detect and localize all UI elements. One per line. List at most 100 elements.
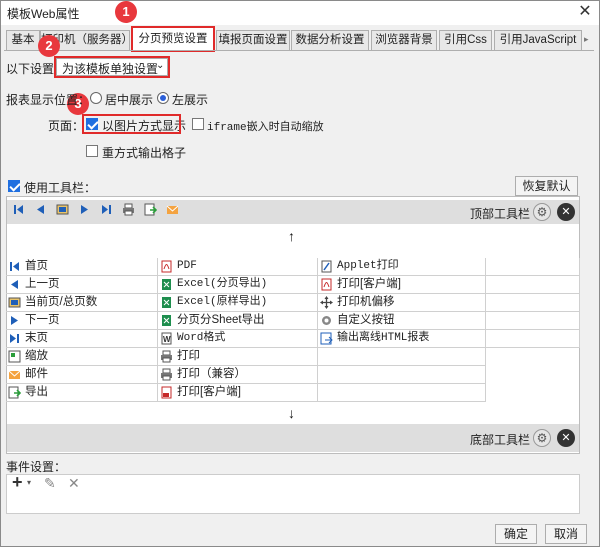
bottom-toolbar-label: 底部工具栏 bbox=[470, 433, 531, 447]
grid-item-pdf[interactable]: PDF bbox=[158, 258, 318, 276]
tab-javascript[interactable]: 引用JavaScript bbox=[494, 30, 582, 50]
grid-item-last-page[interactable]: 末页 bbox=[6, 330, 158, 348]
grid-item-empty bbox=[486, 258, 580, 276]
move-down-arrow-icon[interactable]: ↓ bbox=[288, 405, 295, 421]
window-title: 模板Web属性 bbox=[7, 7, 80, 21]
mail-icon[interactable] bbox=[166, 203, 179, 216]
gear-icon bbox=[322, 316, 331, 325]
repeat-checkbox[interactable] bbox=[86, 145, 98, 157]
move-up-arrow-icon[interactable]: ↑ bbox=[288, 228, 295, 244]
radio-center[interactable] bbox=[90, 92, 102, 104]
first-page-icon[interactable] bbox=[12, 203, 25, 216]
edit-icon[interactable]: ✎ bbox=[44, 475, 56, 492]
grid-item-label: 缩放 bbox=[25, 350, 48, 362]
grid-item-applet-print[interactable]: Applet打印 bbox=[318, 258, 486, 276]
grid-item-print-compat[interactable]: 打印（兼容） bbox=[158, 366, 318, 384]
grid-item-label: 下一页 bbox=[25, 314, 60, 326]
use-toolbar-checkbox[interactable] bbox=[8, 180, 20, 192]
title-bar bbox=[1, 1, 599, 25]
zoom-icon bbox=[8, 350, 21, 363]
page-count-icon[interactable] bbox=[56, 203, 69, 216]
export-icon bbox=[8, 386, 21, 399]
grid-item-label: 当前页/总页数 bbox=[25, 296, 98, 308]
close-circle-icon[interactable]: ✕ bbox=[557, 429, 575, 447]
grid-item-empty bbox=[486, 294, 580, 312]
chevron-down-icon[interactable]: ▾ bbox=[27, 478, 31, 487]
highlight-box-tab bbox=[131, 26, 215, 52]
close-circle-icon[interactable]: ✕ bbox=[557, 203, 575, 221]
grid-item-client-print[interactable]: 打印[客户端] bbox=[318, 276, 486, 294]
last-page-icon[interactable] bbox=[100, 203, 113, 216]
add-icon[interactable]: + bbox=[12, 472, 23, 493]
ok-button[interactable]: 确定 bbox=[495, 524, 537, 544]
html-export-icon bbox=[320, 332, 333, 345]
grid-item-label: PDF bbox=[177, 260, 197, 272]
grid-item-page-count[interactable]: 当前页/总页数 bbox=[6, 294, 158, 312]
pdf-icon bbox=[161, 260, 172, 273]
grid-item-label: 打印（兼容） bbox=[177, 368, 246, 380]
grid-item-zoom[interactable]: 缩放 bbox=[6, 348, 158, 366]
tab-scroll-icon[interactable]: ▸ bbox=[584, 34, 589, 45]
gear-icon[interactable]: ⚙ bbox=[533, 203, 551, 221]
svg-text:W: W bbox=[163, 335, 171, 344]
next-page-icon[interactable] bbox=[78, 203, 91, 216]
print-icon bbox=[161, 368, 172, 381]
tab-data-analysis[interactable]: 数据分析设置 bbox=[291, 30, 369, 50]
tab-divider bbox=[4, 50, 594, 51]
grid-item-label: Excel(分页导出) bbox=[177, 278, 268, 290]
use-toolbar-label: 使用工具栏： bbox=[24, 181, 97, 195]
grid-item-offline-html[interactable]: 输出离线HTML报表 bbox=[318, 330, 486, 348]
print-icon bbox=[161, 350, 172, 363]
iframe-checkbox[interactable] bbox=[192, 118, 204, 130]
tab-css[interactable]: 引用Css bbox=[439, 30, 492, 50]
print-icon[interactable] bbox=[122, 203, 135, 216]
repeat-label: 重方式输出格子 bbox=[102, 146, 187, 160]
grid-item-export[interactable]: 导出 bbox=[6, 384, 158, 402]
excel-icon bbox=[162, 315, 171, 326]
page-count-icon bbox=[8, 297, 21, 308]
grid-item-label: 末页 bbox=[25, 332, 48, 344]
grid-item-excel-original[interactable]: Excel(原样导出) bbox=[158, 294, 318, 312]
grid-item-print-client[interactable]: 打印[客户端] bbox=[158, 384, 318, 402]
grid-item-word[interactable]: W Word格式 bbox=[158, 330, 318, 348]
grid-item-label: 自定义按钮 bbox=[337, 314, 395, 326]
export-icon[interactable] bbox=[144, 203, 157, 216]
grid-item-empty bbox=[486, 330, 580, 348]
close-button[interactable]: ✕ bbox=[574, 1, 596, 23]
delete-icon[interactable]: ✕ bbox=[68, 475, 80, 492]
grid-item-mail[interactable]: 邮件 bbox=[6, 366, 158, 384]
highlight-box-select bbox=[54, 56, 170, 78]
pdf-print-icon bbox=[321, 278, 332, 291]
grid-item-sheet-export[interactable]: 分页分Sheet导出 bbox=[158, 312, 318, 330]
prev-page-icon[interactable] bbox=[34, 203, 47, 216]
radio-center-label: 居中展示 bbox=[105, 93, 154, 107]
grid-item-custom-button[interactable]: 自定义按钮 bbox=[318, 312, 486, 330]
grid-item-excel-paged[interactable]: Excel(分页导出) bbox=[158, 276, 318, 294]
grid-item-label: 邮件 bbox=[25, 368, 48, 380]
grid-item-label: 打印 bbox=[177, 350, 200, 362]
last-page-icon bbox=[10, 334, 19, 343]
grid-item-first-page[interactable]: 首页 bbox=[6, 258, 158, 276]
grid-item-next-page[interactable]: 下一页 bbox=[6, 312, 158, 330]
page-label: 页面： bbox=[48, 119, 85, 133]
grid-item-empty bbox=[318, 384, 486, 402]
cancel-button[interactable]: 取消 bbox=[545, 524, 587, 544]
toolbar-button-grid: 首页 上一页 当前页/总页数 下一页 末页 缩放 邮件 导出 PDF Excel… bbox=[6, 258, 580, 402]
grid-item-empty bbox=[486, 276, 580, 294]
applet-icon bbox=[321, 260, 332, 273]
grid-item-print[interactable]: 打印 bbox=[158, 348, 318, 366]
grid-item-label: 打印[客户端] bbox=[337, 278, 401, 290]
grid-item-printer-offset[interactable]: 打印机偏移 bbox=[318, 294, 486, 312]
gear-icon[interactable]: ⚙ bbox=[533, 429, 551, 447]
tab-fill-page[interactable]: 填报页面设置 bbox=[216, 30, 290, 50]
first-page-icon bbox=[10, 262, 19, 271]
radio-left[interactable] bbox=[157, 92, 169, 104]
radio-left-label: 左展示 bbox=[172, 93, 209, 107]
tab-basic[interactable]: 基本 bbox=[6, 30, 40, 50]
grid-item-prev-page[interactable]: 上一页 bbox=[6, 276, 158, 294]
grid-item-label: Applet打印 bbox=[337, 260, 399, 272]
grid-item-label: 导出 bbox=[25, 386, 48, 398]
reset-default-button[interactable]: 恢复默认 bbox=[515, 176, 578, 196]
grid-item-empty bbox=[318, 348, 486, 366]
tab-browser-bg[interactable]: 浏览器背景 bbox=[371, 30, 437, 50]
